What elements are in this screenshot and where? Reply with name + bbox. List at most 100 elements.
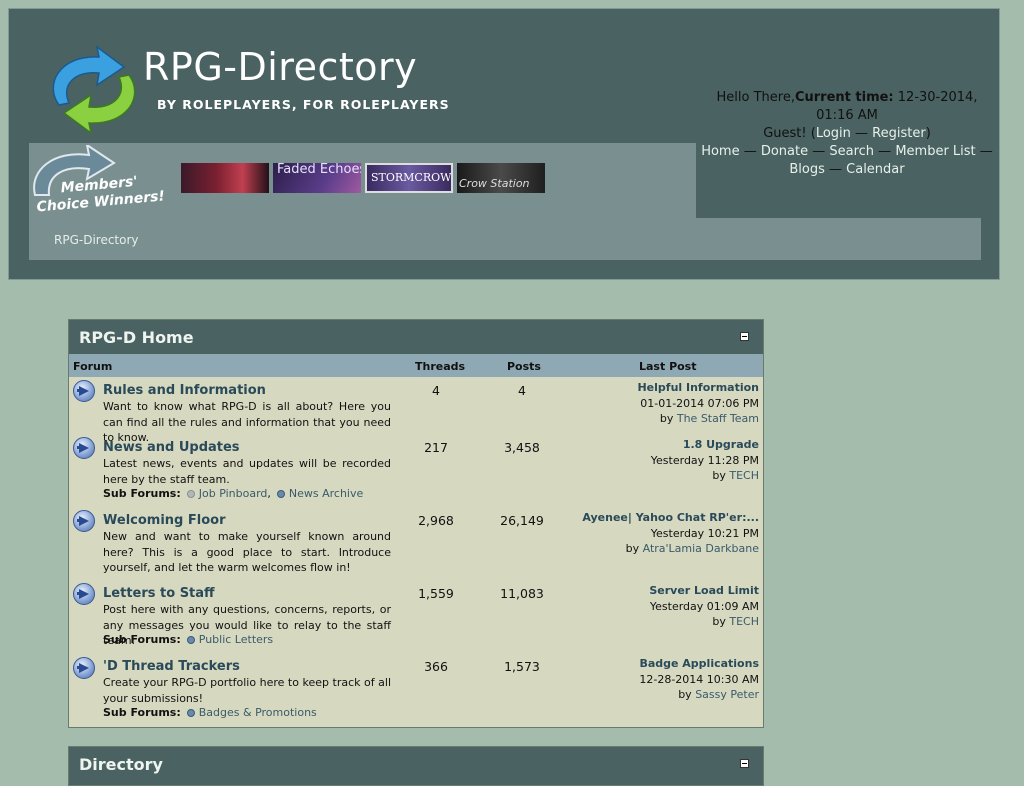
last-post-date: Yesterday 11:28 PM [650,453,759,467]
last-post-title[interactable]: 1.8 Upgrade [683,438,759,451]
thread-count: 1,559 [418,586,454,601]
col-last-post: Last Post [639,360,697,373]
user-panel: Hello There,Current time: 12-30-2014, 01… [697,89,997,179]
last-post-user[interactable]: The Staff Team [677,412,759,425]
post-count: 1,573 [504,659,540,674]
nav-separator: — [739,144,761,159]
last-post-title[interactable]: Badge Applications [639,657,759,670]
sub-forums: Sub Forums: Public Letters [103,633,273,646]
forum-description: Create your RPG-D portfolio here to keep… [103,676,391,705]
nav-member-list[interactable]: Member List [895,144,975,159]
sub-forums: Sub Forums: Badges & Promotions [103,706,317,719]
last-post: Badge Applications 12-28-2014 10:30 AM b… [639,656,759,703]
affiliate-banner-1[interactable] [181,163,269,193]
category-title[interactable]: Directory [79,755,163,774]
forum-row: Rules and Information Want to know what … [69,377,763,444]
last-post-date: 01-01-2014 07:06 PM [640,396,759,410]
last-post-title[interactable]: Helpful Information [637,381,759,394]
thread-count: 217 [424,440,448,455]
last-post-user[interactable]: Atra'Lamia Darkbane [643,542,759,555]
post-count: 11,083 [500,586,544,601]
forum-title[interactable]: Welcoming Floor [103,513,225,528]
members-choice-banner[interactable]: Members' Choice Winners! [29,145,169,217]
forum-description: New and want to make yourself known arou… [103,530,391,574]
last-post: Helpful Information 01-01-2014 07:06 PM … [637,380,759,427]
col-posts: Posts [507,360,541,373]
sub-forums-label: Sub Forums: [103,706,181,719]
nav-separator: — [808,144,830,159]
last-post-user[interactable]: TECH [729,469,759,482]
logo-title: RPG-Directory [143,45,418,89]
nav-calendar[interactable]: Calendar [846,162,904,177]
collapse-icon[interactable] [740,759,749,768]
forum-title[interactable]: Rules and Information [103,383,266,398]
last-post-date: Yesterday 10:21 PM [650,526,759,540]
category-header: RPG-D Home [69,320,763,354]
last-post-title[interactable]: Ayenee| Yahoo Chat RP'er:... [582,511,759,524]
nav-donate[interactable]: Donate [761,144,808,159]
collapse-icon[interactable] [740,332,749,341]
subforum-dot-icon [186,490,195,498]
nav-blogs[interactable]: Blogs [789,162,825,177]
last-post-user[interactable]: TECH [729,615,759,628]
last-post-by: by [625,542,640,555]
logo-tagline: BY ROLEPLAYERS, FOR ROLEPLAYERS [157,97,450,112]
forum-title[interactable]: 'D Thread Trackers [103,659,240,674]
last-post-title[interactable]: Server Load Limit [649,584,759,597]
forum-status-icon [73,657,95,679]
forum-title[interactable]: Letters to Staff [103,586,215,601]
nav-separator: — [874,144,896,159]
forum-category-rpgd-home: RPG-D Home Forum Threads Posts Last Post… [68,319,764,728]
sub-forums-label: Sub Forums: [103,487,181,500]
forum-row: News and Updates Latest news, events and… [69,434,763,507]
column-headers: Forum Threads Posts Last Post [69,354,763,377]
affiliate-banner-crow-station[interactable]: Crow Station [457,163,545,193]
site-logo[interactable]: RPG-Directory BY ROLEPLAYERS, FOR ROLEPL… [39,45,449,135]
sub-forums-label: Sub Forums: [103,633,181,646]
forum-status-icon [73,510,95,532]
forum-row: Welcoming Floor New and want to make you… [69,507,763,580]
guest-text: Guest! ( [763,126,816,141]
last-post-by: by [712,469,726,482]
login-register-separator: — [850,126,873,141]
affiliate-banner-stormcrown[interactable]: STORMCROWN [365,163,453,193]
breadcrumb-bar: RPG-Directory [29,218,981,260]
forum-row: 'D Thread Trackers Create your RPG-D por… [69,654,763,727]
forum-row: Letters to Staff Post here with any ques… [69,580,763,654]
close-paren: ) [925,126,931,141]
register-link[interactable]: Register [872,126,926,141]
nav-search[interactable]: Search [829,144,874,159]
banner-strip: Members' Choice Winners! Faded Echoes ST… [29,143,696,218]
post-count: 4 [518,383,526,398]
last-post-user[interactable]: Sassy Peter [695,688,759,701]
affiliate-banner-faded-echoes[interactable]: Faded Echoes [273,163,361,193]
subforum-job-pinboard[interactable]: Job Pinboard [199,487,268,500]
subforum-news-archive[interactable]: News Archive [289,487,363,500]
nav-home[interactable]: Home [701,144,739,159]
last-post-by: by [659,412,674,425]
forum-title[interactable]: News and Updates [103,440,240,455]
login-link[interactable]: Login [816,126,851,141]
forum-status-icon [73,437,95,459]
subforum-dot-icon [186,636,195,644]
col-forum: Forum [73,360,113,373]
subforum-dot-icon [186,709,195,717]
last-post-by: by [678,688,692,701]
last-post-date: Yesterday 01:09 AM [649,599,759,613]
category-title[interactable]: RPG-D Home [79,328,194,347]
current-time-label: Current time: [794,90,894,105]
subforum-public-letters[interactable]: Public Letters [199,633,273,646]
last-post: Server Load Limit Yesterday 01:09 AM by … [649,583,759,630]
forum-status-icon [73,583,95,605]
site-header: RPG-Directory BY ROLEPLAYERS, FOR ROLEPL… [8,8,1000,280]
post-count: 26,149 [500,513,544,528]
subforum-dot-icon [276,490,285,498]
nav-separator: — [824,162,847,177]
subforum-badges-promotions[interactable]: Badges & Promotions [199,706,317,719]
col-threads: Threads [415,360,466,373]
thread-count: 2,968 [418,513,454,528]
forum-category-directory: Directory [68,746,764,786]
post-count: 3,458 [504,440,540,455]
breadcrumb[interactable]: RPG-Directory [54,233,139,247]
last-post-date: 12-28-2014 10:30 AM [639,672,759,686]
